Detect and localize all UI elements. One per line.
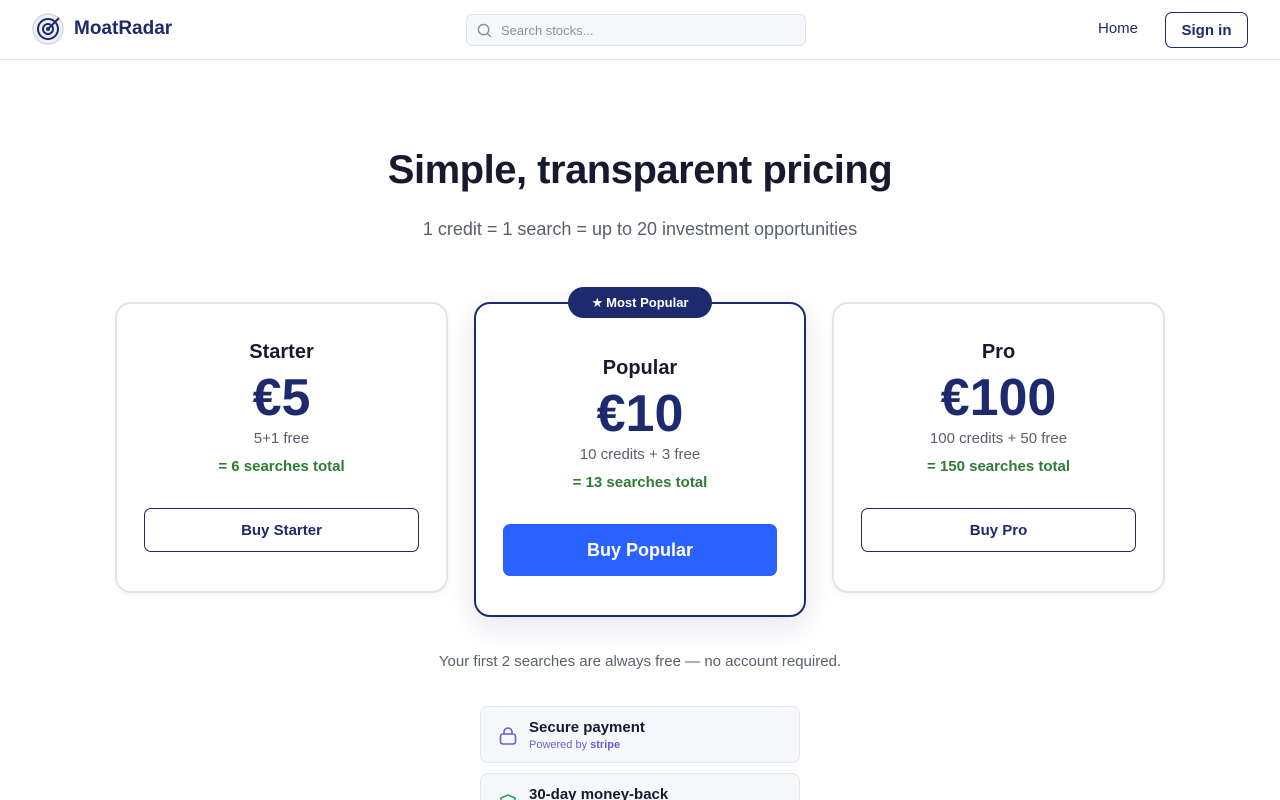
stripe-brand: stripe <box>590 739 621 751</box>
star-icon: ★ <box>591 294 604 310</box>
plan-credits: 100 credits + 50 free <box>929 430 1068 447</box>
plan-total: = 150 searches total <box>926 458 1070 475</box>
lock-icon <box>499 727 517 745</box>
plan-card-starter: Starter €5 5+1 free = 6 searches total B… <box>115 302 448 593</box>
buy-popular-button[interactable]: Buy Popular <box>503 524 777 576</box>
plan-total: = 6 searches total <box>218 458 345 475</box>
plan-name: Pro <box>981 341 1016 363</box>
badge-label: Most Popular <box>606 295 689 310</box>
shield-check-icon <box>500 794 516 800</box>
plan-name: Popular <box>602 357 678 379</box>
sign-in-button[interactable]: Sign in <box>1165 12 1248 48</box>
buy-pro-button[interactable]: Buy Pro <box>861 508 1136 552</box>
top-nav-bar: MoatRadar Home Sign in <box>0 0 1280 60</box>
trust-title: 30-day money-back <box>529 786 669 800</box>
plan-credits: 5+1 free <box>253 430 310 447</box>
trust-item-secure-payment: Secure payment Powered by stripe <box>480 706 800 763</box>
powered-by-text: Powered by <box>529 739 588 751</box>
search-icon <box>477 23 492 38</box>
brand-logo[interactable]: MoatRadar <box>32 13 172 45</box>
most-popular-badge: ★ Most Popular <box>568 287 712 318</box>
plan-price: €100 <box>940 369 1057 427</box>
page-title: Simple, transparent pricing <box>387 148 893 192</box>
free-searches-note: Your first 2 searches are always free — … <box>438 653 842 670</box>
brand-name: MoatRadar <box>74 18 173 39</box>
trust-title: Secure payment <box>529 719 645 736</box>
buy-starter-button[interactable]: Buy Starter <box>144 508 419 552</box>
plan-card-popular: Popular €10 10 credits + 3 free = 13 sea… <box>474 302 806 617</box>
page-subtitle: 1 credit = 1 search = up to 20 investmen… <box>422 219 858 239</box>
plan-name: Starter <box>249 341 314 363</box>
radar-target-icon <box>32 13 64 45</box>
trust-subtitle: Powered by stripe <box>529 739 620 751</box>
search-input[interactable] <box>501 22 791 38</box>
search-box[interactable] <box>466 14 806 46</box>
plan-price: €5 <box>252 369 311 427</box>
plan-credits: 10 credits + 3 free <box>579 446 701 463</box>
plan-price: €10 <box>596 385 684 443</box>
plan-total: = 13 searches total <box>572 474 708 491</box>
trust-item-money-back: 30-day money-back <box>480 773 800 800</box>
plan-card-pro: Pro €100 100 credits + 50 free = 150 sea… <box>832 302 1165 593</box>
nav-home-link[interactable]: Home <box>1098 20 1138 37</box>
